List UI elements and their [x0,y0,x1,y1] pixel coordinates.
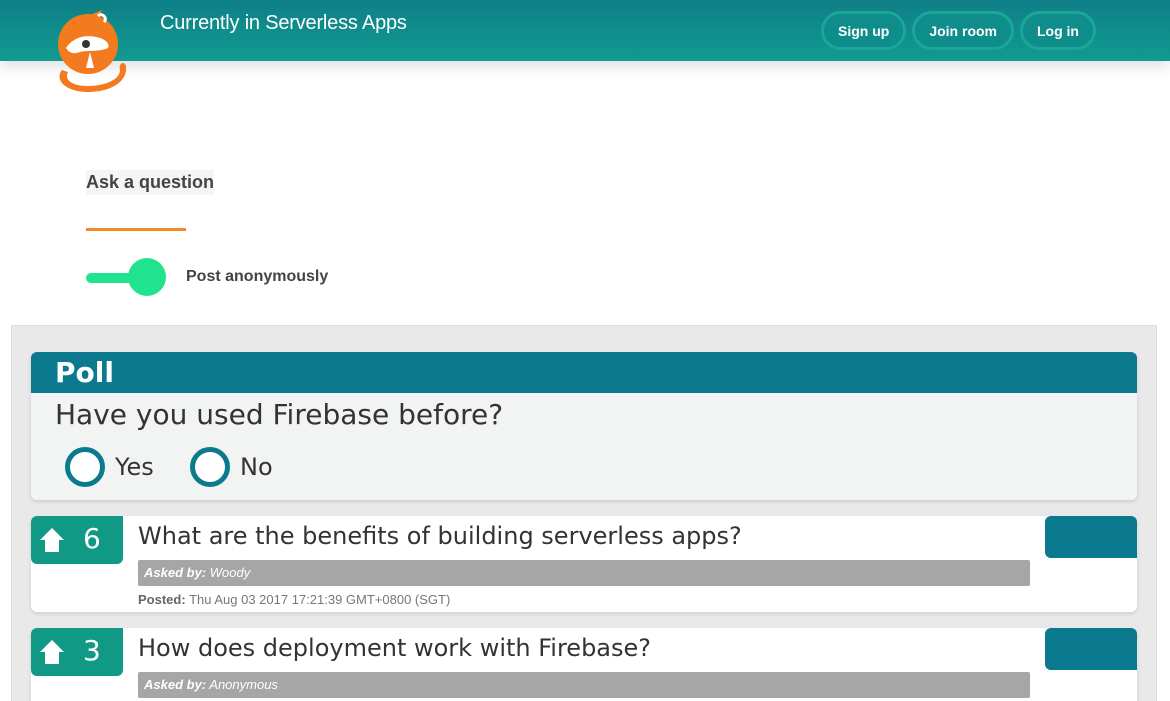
question-text: What are the benefits of building server… [138,522,742,550]
poll-option-yes[interactable]: Yes [65,447,154,487]
toggle-knob [128,258,166,296]
fox-logo-icon[interactable] [52,8,130,94]
log-in-button[interactable]: Log in [1020,11,1096,50]
poll-option-label: Yes [115,453,154,481]
asked-by-label: Asked by: [144,565,207,580]
radio-yes[interactable] [65,447,105,487]
asked-by-bar: Asked by: Woody [138,560,1030,586]
arrow-up-icon [40,528,64,552]
asked-by-name: Woody [209,565,251,580]
ask-tab-underline [86,228,186,231]
vote-count: 6 [83,522,101,555]
upvote-button[interactable]: 6 [31,516,123,564]
poll-card: Poll Have you used Firebase before? Yes … [31,352,1137,500]
radio-no[interactable] [190,447,230,487]
question-action-tab[interactable] [1045,628,1137,670]
anonymous-toggle[interactable] [86,258,168,298]
app-header: Currently in Serverless Apps Sign up Joi… [0,0,1170,61]
posted-info: Posted: Thu Aug 03 2017 17:21:39 GMT+080… [138,592,450,607]
anonymous-label: Post anonymously [186,268,329,285]
arrow-up-icon [40,640,64,664]
posted-date: Thu Aug 03 2017 17:21:39 GMT+0800 (SGT) [189,592,451,607]
posted-label: Posted: [138,592,186,607]
question-card: 6 What are the benefits of building serv… [31,516,1137,612]
vote-count: 3 [83,634,101,667]
poll-question: Have you used Firebase before? [55,398,504,431]
poll-option-label: No [240,453,273,481]
app-title: Currently in Serverless Apps [160,12,407,34]
ask-question-tab[interactable]: Ask a question [86,170,215,195]
asked-by-label: Asked by: [144,677,207,692]
join-room-button[interactable]: Join room [912,11,1014,50]
question-text: How does deployment work with Firebase? [138,634,652,662]
asked-by-name: Anonymous [209,677,278,692]
poll-heading: Poll [31,352,1137,393]
question-card: 3 How does deployment work with Firebase… [31,628,1137,701]
asked-by-bar: Asked by: Anonymous [138,672,1030,698]
poll-option-no[interactable]: No [190,447,273,487]
question-action-tab[interactable] [1045,516,1137,558]
top-nav: Sign up Join room Log in [821,11,1096,50]
sign-up-button[interactable]: Sign up [821,11,907,50]
upvote-button[interactable]: 3 [31,628,123,676]
